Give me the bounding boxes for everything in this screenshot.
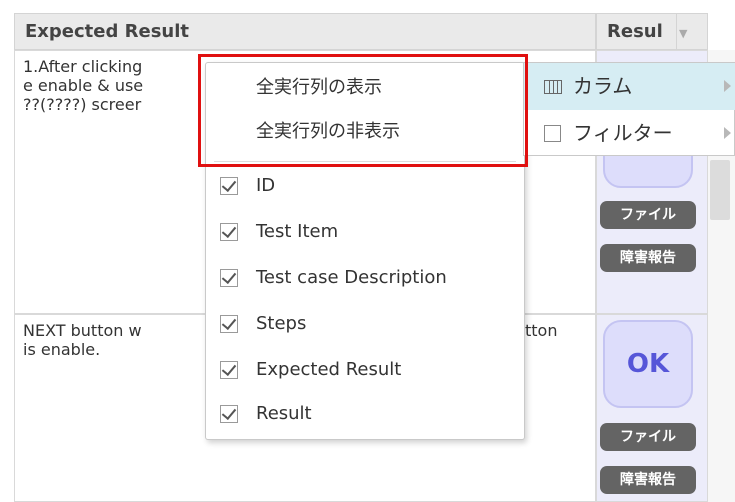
column-toggle-label: Test case Description bbox=[256, 267, 447, 288]
bug-report-button[interactable]: 障害報告 bbox=[600, 244, 696, 272]
scrollbar-thumb[interactable] bbox=[710, 160, 730, 220]
header-divider bbox=[676, 14, 677, 49]
column-toggle-label: ID bbox=[256, 175, 276, 196]
filter-checkbox-icon[interactable] bbox=[544, 125, 561, 142]
ok-result-button[interactable]: OK bbox=[603, 320, 693, 408]
column-toggle-label: Test Item bbox=[256, 221, 339, 242]
checkbox-checked-icon[interactable] bbox=[220, 405, 238, 423]
header-result[interactable]: Resul ▼ bbox=[596, 13, 708, 50]
bug-report-button[interactable]: 障害報告 bbox=[600, 466, 696, 494]
checkbox-checked-icon[interactable] bbox=[220, 361, 238, 379]
submenu-columns[interactable]: カラム bbox=[524, 63, 735, 110]
column-toggle-expected-result[interactable]: Expected Result bbox=[206, 349, 524, 391]
column-toggle-id[interactable]: ID bbox=[206, 165, 524, 207]
column-toggle-test-item[interactable]: Test Item bbox=[206, 211, 524, 253]
checkbox-checked-icon[interactable] bbox=[220, 223, 238, 241]
highlight-annotation-box bbox=[198, 54, 528, 167]
submenu-label: カラム bbox=[573, 74, 633, 98]
submenu-label: フィルター bbox=[573, 121, 673, 145]
chevron-right-icon bbox=[724, 80, 731, 92]
header-expected-result-label: Expected Result bbox=[25, 21, 190, 42]
submenu-filter[interactable]: フィルター bbox=[524, 110, 735, 157]
column-toggle-label: Result bbox=[256, 403, 312, 424]
column-toggle-result[interactable]: Result bbox=[206, 393, 524, 435]
checkbox-checked-icon[interactable] bbox=[220, 269, 238, 287]
columns-icon bbox=[544, 80, 562, 94]
checkbox-checked-icon[interactable] bbox=[220, 315, 238, 333]
column-toggle-label: Expected Result bbox=[256, 359, 402, 380]
column-toggle-steps[interactable]: Steps bbox=[206, 303, 524, 345]
file-button[interactable]: ファイル bbox=[600, 423, 696, 451]
checkbox-checked-icon[interactable] bbox=[220, 177, 238, 195]
column-toggle-test-case-description[interactable]: Test case Description bbox=[206, 257, 524, 299]
header-expected-result[interactable]: Expected Result bbox=[14, 13, 596, 50]
chevron-right-icon bbox=[724, 127, 731, 139]
column-toggle-label: Steps bbox=[256, 313, 307, 334]
header-result-label: Resul bbox=[607, 21, 663, 42]
file-button[interactable]: ファイル bbox=[600, 201, 696, 229]
header-submenu: カラム フィルター bbox=[523, 62, 735, 156]
cell-trailing-text: tton bbox=[525, 321, 558, 340]
column-dropdown-icon[interactable]: ▼ bbox=[679, 28, 687, 39]
